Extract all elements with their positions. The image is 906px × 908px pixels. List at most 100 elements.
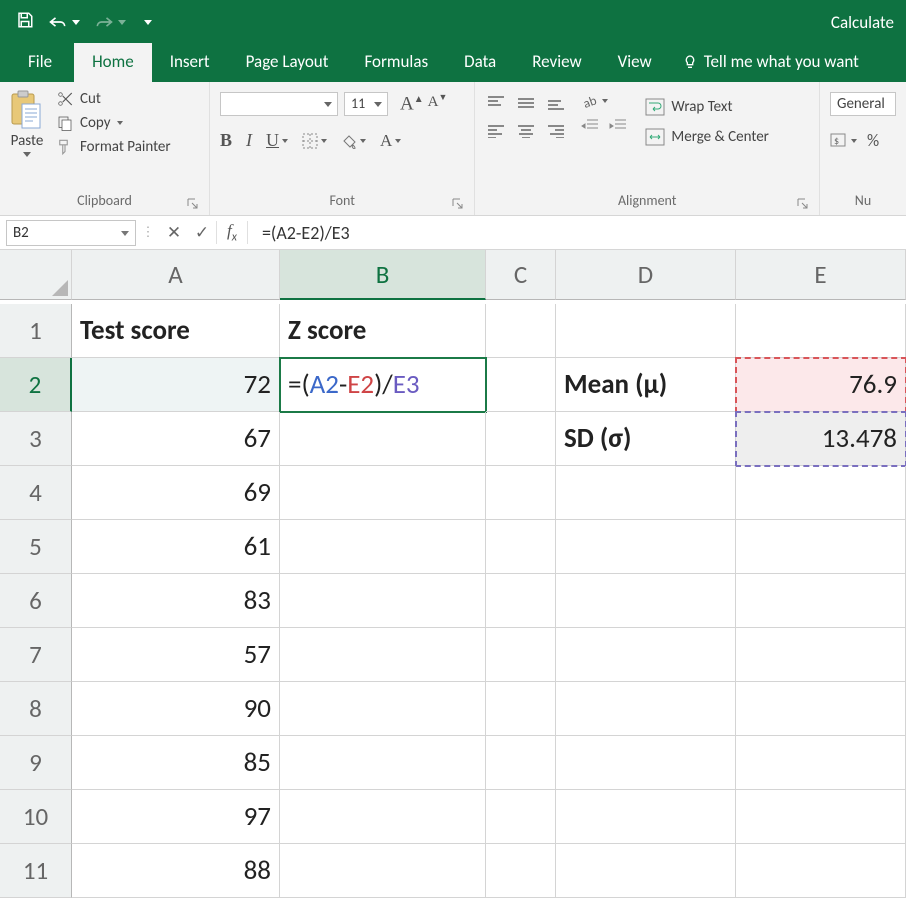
row-header-7[interactable]: 7	[0, 628, 72, 682]
cell-b8[interactable]	[280, 682, 486, 736]
cell-c1[interactable]	[486, 304, 556, 358]
cell-a2[interactable]: 72	[72, 358, 280, 412]
row-header-9[interactable]: 9	[0, 736, 72, 790]
copy-button[interactable]: Copy	[56, 114, 171, 132]
cell-a7[interactable]: 57	[72, 628, 280, 682]
underline-button[interactable]: U	[266, 130, 288, 151]
wrap-text-button[interactable]: Wrap Text	[645, 98, 779, 116]
cell-d9[interactable]	[556, 736, 736, 790]
cell-a3[interactable]: 67	[72, 412, 280, 466]
col-header-d[interactable]: D	[556, 250, 736, 300]
cell-a5[interactable]: 61	[72, 520, 280, 574]
cell-d6[interactable]	[556, 574, 736, 628]
row-header-3[interactable]: 3	[0, 412, 72, 466]
row-header-10[interactable]: 10	[0, 790, 72, 844]
cell-d1[interactable]	[556, 304, 736, 358]
tab-insert[interactable]: Insert	[152, 43, 228, 82]
decrease-font-icon[interactable]: A▼	[428, 92, 448, 115]
save-icon[interactable]	[16, 11, 34, 33]
font-dialog-launcher[interactable]	[452, 197, 464, 209]
cell-d8[interactable]	[556, 682, 736, 736]
tab-home[interactable]: Home	[74, 43, 152, 82]
spreadsheet-grid[interactable]: A B C D E 1 Test score Z score 2 72 =(A2…	[0, 250, 906, 898]
cell-b11[interactable]	[280, 844, 486, 898]
decrease-indent-icon[interactable]	[581, 118, 599, 136]
cell-b3[interactable]	[280, 412, 486, 466]
cell-d4[interactable]	[556, 466, 736, 520]
cell-a8[interactable]: 90	[72, 682, 280, 736]
clipboard-dialog-launcher[interactable]	[187, 197, 199, 209]
fx-icon[interactable]: fx	[216, 221, 248, 244]
paste-button[interactable]: Paste	[10, 88, 50, 188]
align-left-icon[interactable]	[485, 120, 507, 142]
enter-formula-button[interactable]: ✓	[188, 222, 216, 243]
increase-indent-icon[interactable]	[609, 118, 627, 136]
borders-button[interactable]	[302, 133, 327, 149]
bold-button[interactable]: B	[220, 130, 232, 151]
cell-b6[interactable]	[280, 574, 486, 628]
cell-e2[interactable]: 76.9	[736, 358, 906, 412]
row-header-6[interactable]: 6	[0, 574, 72, 628]
cell-b1[interactable]: Z score	[280, 304, 486, 358]
align-right-icon[interactable]	[545, 120, 567, 142]
align-bottom-icon[interactable]	[545, 92, 567, 114]
cell-c10[interactable]	[486, 790, 556, 844]
percent-format-button[interactable]: %	[867, 130, 879, 151]
cell-d5[interactable]	[556, 520, 736, 574]
cell-e3[interactable]: 13.478	[736, 412, 906, 466]
col-header-a[interactable]: A	[72, 250, 280, 300]
col-header-e[interactable]: E	[736, 250, 906, 300]
row-header-11[interactable]: 11	[0, 844, 72, 898]
cell-c7[interactable]	[486, 628, 556, 682]
format-painter-button[interactable]: Format Painter	[56, 138, 171, 156]
cell-b7[interactable]	[280, 628, 486, 682]
cell-e5[interactable]	[736, 520, 906, 574]
formula-bar-input[interactable]: =(A2-E2)/E3	[258, 222, 906, 244]
cell-a6[interactable]: 83	[72, 574, 280, 628]
cell-d10[interactable]	[556, 790, 736, 844]
cell-b5[interactable]	[280, 520, 486, 574]
fill-color-button[interactable]	[341, 133, 366, 149]
accounting-format-button[interactable]: $	[830, 130, 857, 151]
tab-view[interactable]: View	[600, 43, 670, 82]
col-header-b[interactable]: B	[280, 250, 486, 300]
tab-review[interactable]: Review	[514, 43, 599, 82]
cell-b4[interactable]	[280, 466, 486, 520]
cell-e1[interactable]	[736, 304, 906, 358]
cell-c11[interactable]	[486, 844, 556, 898]
cell-e9[interactable]	[736, 736, 906, 790]
tab-file[interactable]: File	[14, 43, 74, 82]
cell-c5[interactable]	[486, 520, 556, 574]
align-top-icon[interactable]	[485, 92, 507, 114]
col-header-c[interactable]: C	[486, 250, 556, 300]
cell-c8[interactable]	[486, 682, 556, 736]
cell-e8[interactable]	[736, 682, 906, 736]
cell-a1[interactable]: Test score	[72, 304, 280, 358]
cell-a10[interactable]: 97	[72, 790, 280, 844]
font-name-select[interactable]	[220, 92, 338, 116]
font-size-select[interactable]: 11	[344, 92, 388, 116]
row-header-1[interactable]: 1	[0, 304, 72, 358]
cell-d2[interactable]: Mean (µ)	[556, 358, 736, 412]
cancel-formula-button[interactable]: ✕	[160, 222, 188, 243]
align-middle-icon[interactable]	[515, 92, 537, 114]
number-format-select[interactable]: General	[830, 92, 896, 116]
row-header-2[interactable]: 2	[0, 358, 72, 412]
italic-button[interactable]: I	[246, 130, 252, 151]
cell-d11[interactable]	[556, 844, 736, 898]
cell-b9[interactable]	[280, 736, 486, 790]
merge-center-button[interactable]: Merge & Center	[645, 128, 779, 146]
tab-formulas[interactable]: Formulas	[346, 43, 446, 82]
select-all-corner[interactable]	[0, 250, 72, 300]
cell-b2[interactable]: =(A2-E2)/E3	[280, 358, 486, 412]
cell-e6[interactable]	[736, 574, 906, 628]
customize-qat-icon[interactable]	[144, 20, 152, 25]
row-header-8[interactable]: 8	[0, 682, 72, 736]
cell-d3[interactable]: SD (σ)	[556, 412, 736, 466]
align-center-icon[interactable]	[515, 120, 537, 142]
orientation-button[interactable]: ab	[581, 92, 627, 110]
row-header-4[interactable]: 4	[0, 466, 72, 520]
cell-c2[interactable]	[486, 358, 556, 412]
cell-a9[interactable]: 85	[72, 736, 280, 790]
undo-button[interactable]	[48, 14, 80, 30]
